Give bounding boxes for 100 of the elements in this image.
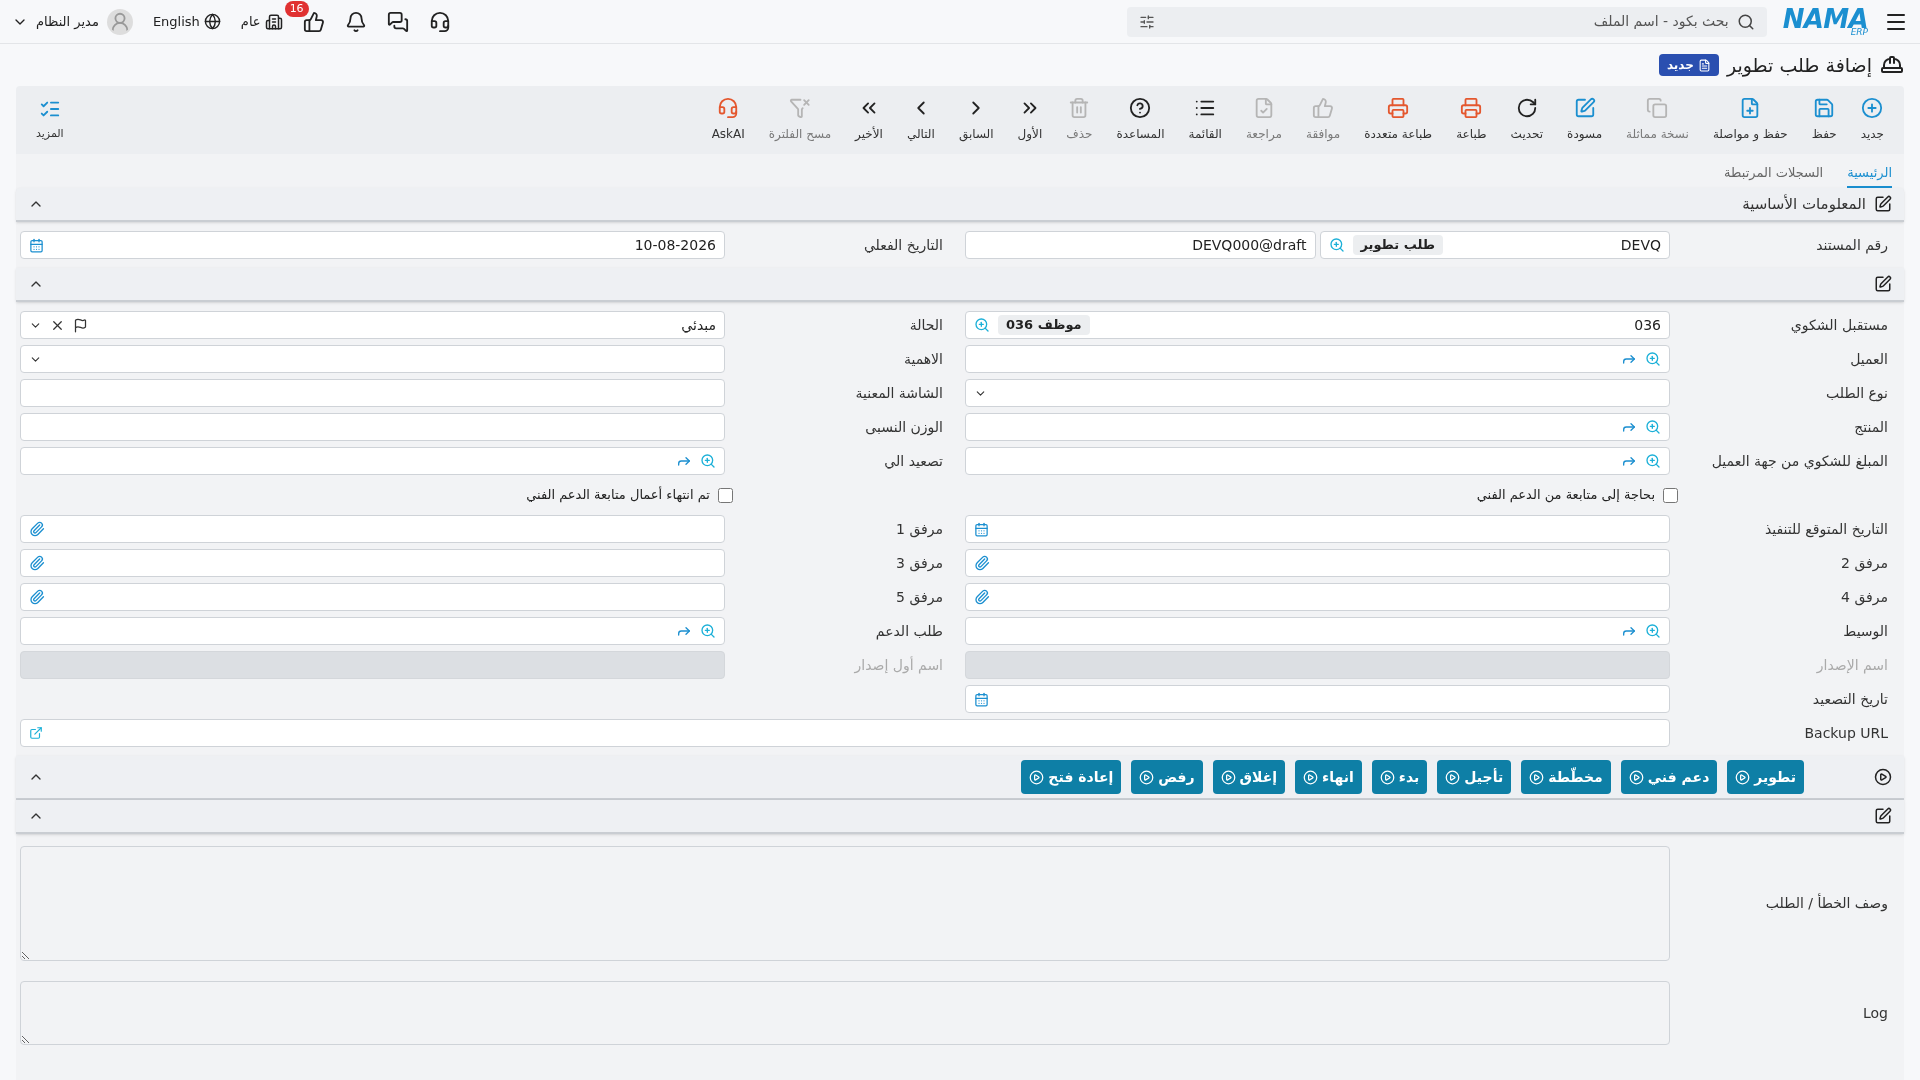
field-label: مرفق 3 — [895, 553, 944, 574]
text-field[interactable] — [20, 413, 725, 441]
chat-icon — [386, 10, 409, 33]
search-icon — [1645, 419, 1661, 435]
action-button[interactable]: تطوير — [1727, 760, 1804, 794]
action-button[interactable]: بدء — [1371, 760, 1428, 794]
action-button[interactable]: تأجيل — [1437, 760, 1512, 794]
refresh-icon — [1515, 97, 1538, 119]
toolbar-button[interactable]: جديد — [1848, 97, 1896, 143]
url-field[interactable] — [20, 719, 1670, 747]
language-button[interactable]: English — [152, 11, 221, 32]
action-button[interactable]: رفض — [1131, 760, 1203, 794]
add-icon — [1861, 97, 1884, 119]
toolbar-button[interactable]: الأول — [1005, 97, 1055, 143]
lookup-field[interactable] — [965, 447, 1670, 475]
dropdown-field[interactable] — [20, 345, 725, 373]
edit-icon — [1874, 807, 1892, 825]
branch-button[interactable]: عام — [240, 11, 283, 32]
text-field[interactable] — [20, 379, 725, 407]
attachment-field[interactable] — [965, 549, 1670, 577]
field-label: الوزن النسبى — [864, 417, 944, 438]
attachment-field[interactable] — [20, 583, 725, 611]
lookup-field[interactable] — [20, 617, 725, 645]
attachment-field[interactable] — [965, 583, 1670, 611]
building-icon — [264, 12, 283, 31]
toolbar-button[interactable]: القائمة — [1176, 97, 1234, 143]
search-input[interactable]: بحث بكود - اسم الملف — [1162, 11, 1729, 32]
field-label: مرفق 4 — [1840, 587, 1889, 608]
thumbs-up-icon — [302, 10, 325, 33]
field-label: التاريخ المتوقع للتنفيذ — [1763, 519, 1889, 540]
lookup-field[interactable] — [965, 617, 1670, 645]
dropdown-field[interactable] — [965, 379, 1670, 407]
field-label: اسم أول إصدار — [853, 655, 944, 676]
toolbar-button[interactable]: تحديث — [1498, 97, 1556, 143]
paperclip-icon — [974, 589, 990, 605]
search-icon — [1645, 351, 1661, 367]
text-area[interactable] — [20, 981, 1670, 1045]
lookup-field[interactable] — [965, 345, 1670, 373]
headset-icon — [717, 97, 740, 119]
paperclip-icon — [974, 555, 990, 571]
tab[interactable]: السجلات المرتبطة — [1724, 162, 1824, 188]
tag: طلب تطوير — [1352, 235, 1443, 255]
action-button[interactable]: دعم فني — [1620, 760, 1718, 794]
field-label: طلب الدعم — [874, 621, 944, 642]
lookup-field[interactable] — [965, 413, 1670, 441]
attachment-field[interactable] — [20, 515, 725, 543]
action-button[interactable]: إعادة فتح — [1021, 760, 1122, 794]
search-icon — [1736, 12, 1755, 31]
more-button[interactable]: المزيد — [24, 97, 76, 143]
thumbs-up-icon — [1312, 97, 1335, 119]
toolbar-button[interactable]: حفظ و مواصلة — [1700, 97, 1800, 143]
calendar-icon — [974, 691, 989, 707]
page-title: إضافة طلب تطوير — [1726, 52, 1872, 79]
toolbar-button[interactable]: حفظ — [1799, 97, 1849, 143]
field-label: اسم الإصدار — [1815, 655, 1889, 676]
serial-field: DEVQ000@draft — [965, 231, 1316, 259]
toolbar-button[interactable]: المساعدة — [1104, 97, 1177, 143]
field-label: المبلغ للشكوي من جهة العميل — [1710, 451, 1889, 472]
edit-icon — [1874, 195, 1892, 213]
filter-icon[interactable] — [1138, 13, 1155, 30]
globe-icon — [203, 13, 221, 30]
search-field[interactable]: بحث بكود - اسم الملف — [1126, 6, 1767, 37]
field-label: مرفق 5 — [895, 587, 944, 608]
search-icon — [700, 623, 716, 639]
toolbar-button[interactable]: طباعة متعددة — [1352, 97, 1445, 143]
field-label: التاريخ الفعلي — [862, 235, 944, 256]
play-icon — [1874, 768, 1892, 786]
lookup-field[interactable] — [20, 447, 725, 475]
action-button[interactable]: إغلاق — [1212, 760, 1286, 794]
checkbox[interactable] — [718, 487, 733, 503]
date-field[interactable] — [965, 685, 1670, 713]
play-icon — [1628, 769, 1644, 785]
toolbar-button[interactable]: مسودة — [1555, 97, 1615, 143]
checkbox[interactable] — [1663, 487, 1678, 503]
field-label: العميل — [1849, 349, 1889, 369]
field-label: تاريخ التصعيد — [1811, 689, 1889, 710]
status-field[interactable]: مبدئي — [20, 311, 725, 339]
action-button[interactable]: انهاء — [1295, 760, 1362, 794]
field-label: مستقبل الشكوي — [1789, 315, 1889, 336]
avatar-icon — [106, 8, 133, 35]
date-field[interactable]: 10-08-2026 — [20, 231, 725, 259]
toolbar-button[interactable]: السابق — [946, 97, 1006, 143]
toolbar-button[interactable]: AskAI — [699, 97, 757, 143]
action-button[interactable]: مخطّطة — [1521, 760, 1611, 794]
checkbox-label: تم انتهاء أعمال متابعة الدعم الفني — [526, 485, 710, 505]
toolbar-button[interactable]: طباعة — [1444, 97, 1499, 143]
search-icon — [1328, 237, 1345, 253]
toolbar-button[interactable]: الأخير — [843, 97, 895, 143]
search-icon — [974, 317, 990, 333]
search-icon — [700, 453, 716, 469]
date-field[interactable] — [965, 515, 1670, 543]
text-area[interactable] — [20, 846, 1670, 961]
play-icon — [1445, 769, 1461, 785]
user-menu[interactable]: مدير النظام — [12, 8, 133, 35]
search-icon — [1645, 623, 1661, 639]
edit-icon — [1573, 97, 1596, 119]
toolbar-button[interactable]: التالي — [894, 97, 947, 143]
field-label: مرفق 1 — [895, 519, 944, 540]
attachment-field[interactable] — [20, 549, 725, 577]
flag-icon — [73, 317, 88, 333]
